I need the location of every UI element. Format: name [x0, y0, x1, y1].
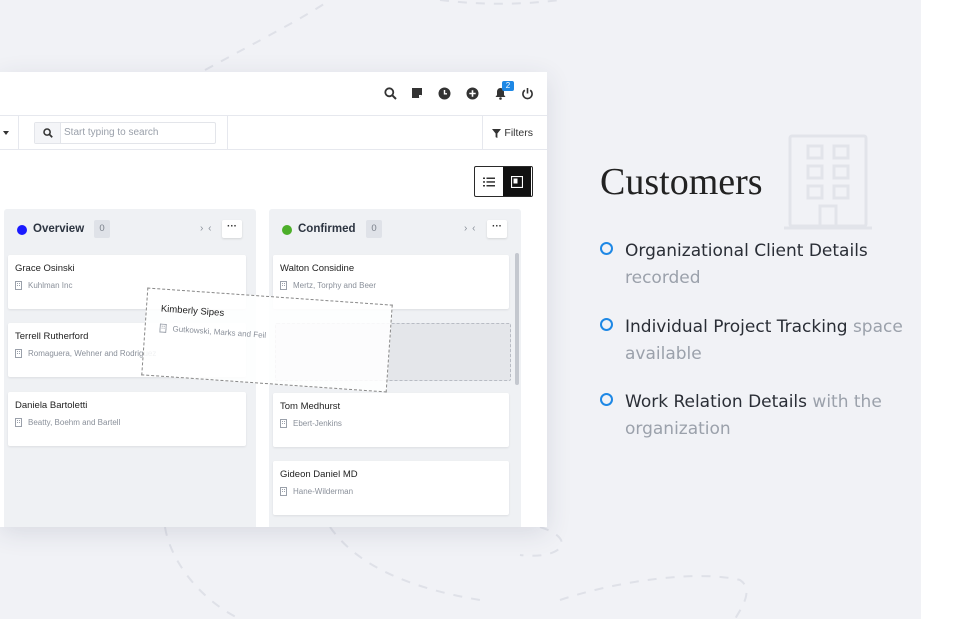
list-view-icon	[483, 177, 495, 186]
board-view-button[interactable]	[503, 167, 531, 196]
status-dot	[17, 225, 27, 235]
card-company: Beatty, Boehm and Bartell	[15, 418, 120, 427]
search-icon	[35, 123, 61, 143]
card-name: Daniela Bartoletti	[15, 400, 88, 411]
customer-card[interactable]: Gideon Daniel MD Hane-Wilderman	[273, 461, 509, 515]
column-scrollbar[interactable]	[515, 253, 519, 385]
card-name: Gideon Daniel MD	[280, 469, 358, 480]
search-icon[interactable]	[381, 84, 399, 102]
feature-text: Work Relation Details with the organizat…	[625, 389, 915, 443]
list-view-button[interactable]	[475, 167, 503, 196]
company-name: Kuhlman Inc	[28, 281, 73, 290]
bullet-ring-icon	[600, 242, 613, 255]
power-icon[interactable]	[518, 84, 536, 102]
filters-label: Filters	[504, 127, 533, 139]
company-name: Hane-Wilderman	[293, 487, 354, 496]
building-icon	[280, 487, 287, 496]
clock-icon[interactable]	[435, 84, 453, 102]
card-company: Hane-Wilderman	[280, 487, 353, 496]
app-window: 2 Filters	[0, 72, 547, 527]
notification-badge: 2	[502, 81, 514, 91]
building-icon	[15, 418, 22, 427]
board-view-icon	[511, 175, 523, 188]
filters-button[interactable]: Filters	[492, 125, 533, 141]
column-header: Confirmed 0 › ‹ ···	[269, 209, 521, 249]
card-company: Mertz, Torphy and Beer	[280, 281, 376, 290]
feature-strong: Individual Project Tracking	[625, 317, 848, 337]
building-icon	[15, 281, 22, 290]
toolbar: Filters	[0, 116, 547, 150]
customer-card[interactable]: Daniela Bartoletti Beatty, Boehm and Bar…	[8, 392, 246, 446]
feature-strong: Organizational Client Details	[625, 241, 868, 261]
bullet-ring-icon	[600, 393, 613, 406]
dragging-card[interactable]: Kimberly Sipes Gutkowski, Marks and Feil	[141, 287, 393, 393]
search-input[interactable]	[64, 125, 209, 140]
search-box	[34, 122, 216, 144]
status-dot	[282, 225, 292, 235]
filter-icon	[492, 128, 502, 138]
divider	[482, 116, 483, 149]
divider	[227, 116, 228, 149]
column-count-badge: 0	[366, 220, 382, 238]
column-title: Confirmed	[298, 223, 356, 235]
company-name: Romaguera, Wehner and Rodriguez	[28, 349, 157, 358]
view-toggle	[474, 166, 533, 197]
section-title: Customers	[600, 161, 763, 203]
divider	[18, 116, 19, 149]
customer-card[interactable]: Tom Medhurst Ebert-Jenkins	[273, 393, 509, 447]
column-more-button[interactable]: ···	[487, 220, 507, 238]
building-icon	[280, 419, 287, 428]
collapse-arrows-icon[interactable]: › ‹	[200, 223, 212, 234]
company-name: Beatty, Boehm and Bartell	[28, 418, 121, 427]
bullet-ring-icon	[600, 318, 613, 331]
card-name: Kimberly Sipes	[160, 303, 225, 319]
building-icon	[280, 281, 287, 290]
column-title: Overview	[33, 223, 85, 235]
company-name: Mertz, Torphy and Beer	[293, 281, 377, 290]
column-header: Overview 0 › ‹ ···	[4, 209, 256, 249]
feature-strong: Work Relation Details	[625, 392, 808, 412]
feature-text: Individual Project Tracking space availa…	[625, 314, 915, 368]
collapse-arrows-icon[interactable]: › ‹	[464, 223, 476, 234]
bell-icon[interactable]: 2	[491, 81, 514, 102]
card-name: Walton Considine	[280, 263, 355, 274]
company-name: Ebert-Jenkins	[293, 419, 342, 428]
card-name: Grace Osinski	[15, 263, 75, 274]
column-more-button[interactable]: ···	[222, 220, 242, 238]
chevron-down-icon[interactable]	[3, 131, 9, 135]
card-company: Romaguera, Wehner and Rodriguez	[15, 349, 156, 358]
company-name: Gutkowski, Marks and Feil	[172, 324, 267, 340]
building-icon	[15, 349, 22, 358]
plus-circle-icon[interactable]	[463, 84, 481, 102]
building-icon	[159, 323, 167, 333]
card-name: Tom Medhurst	[280, 401, 341, 412]
column-count-badge: 0	[94, 220, 110, 238]
feature-text: Organizational Client Details recorded	[625, 238, 915, 292]
building-icon	[784, 134, 872, 230]
top-bar: 2	[0, 72, 547, 116]
card-name: Terrell Rutherford	[15, 331, 89, 342]
note-icon[interactable]	[408, 84, 426, 102]
card-company: Kuhlman Inc	[15, 281, 72, 290]
feature-muted: recorded	[625, 268, 701, 288]
card-company: Gutkowski, Marks and Feil	[159, 323, 267, 340]
card-company: Ebert-Jenkins	[280, 419, 342, 428]
